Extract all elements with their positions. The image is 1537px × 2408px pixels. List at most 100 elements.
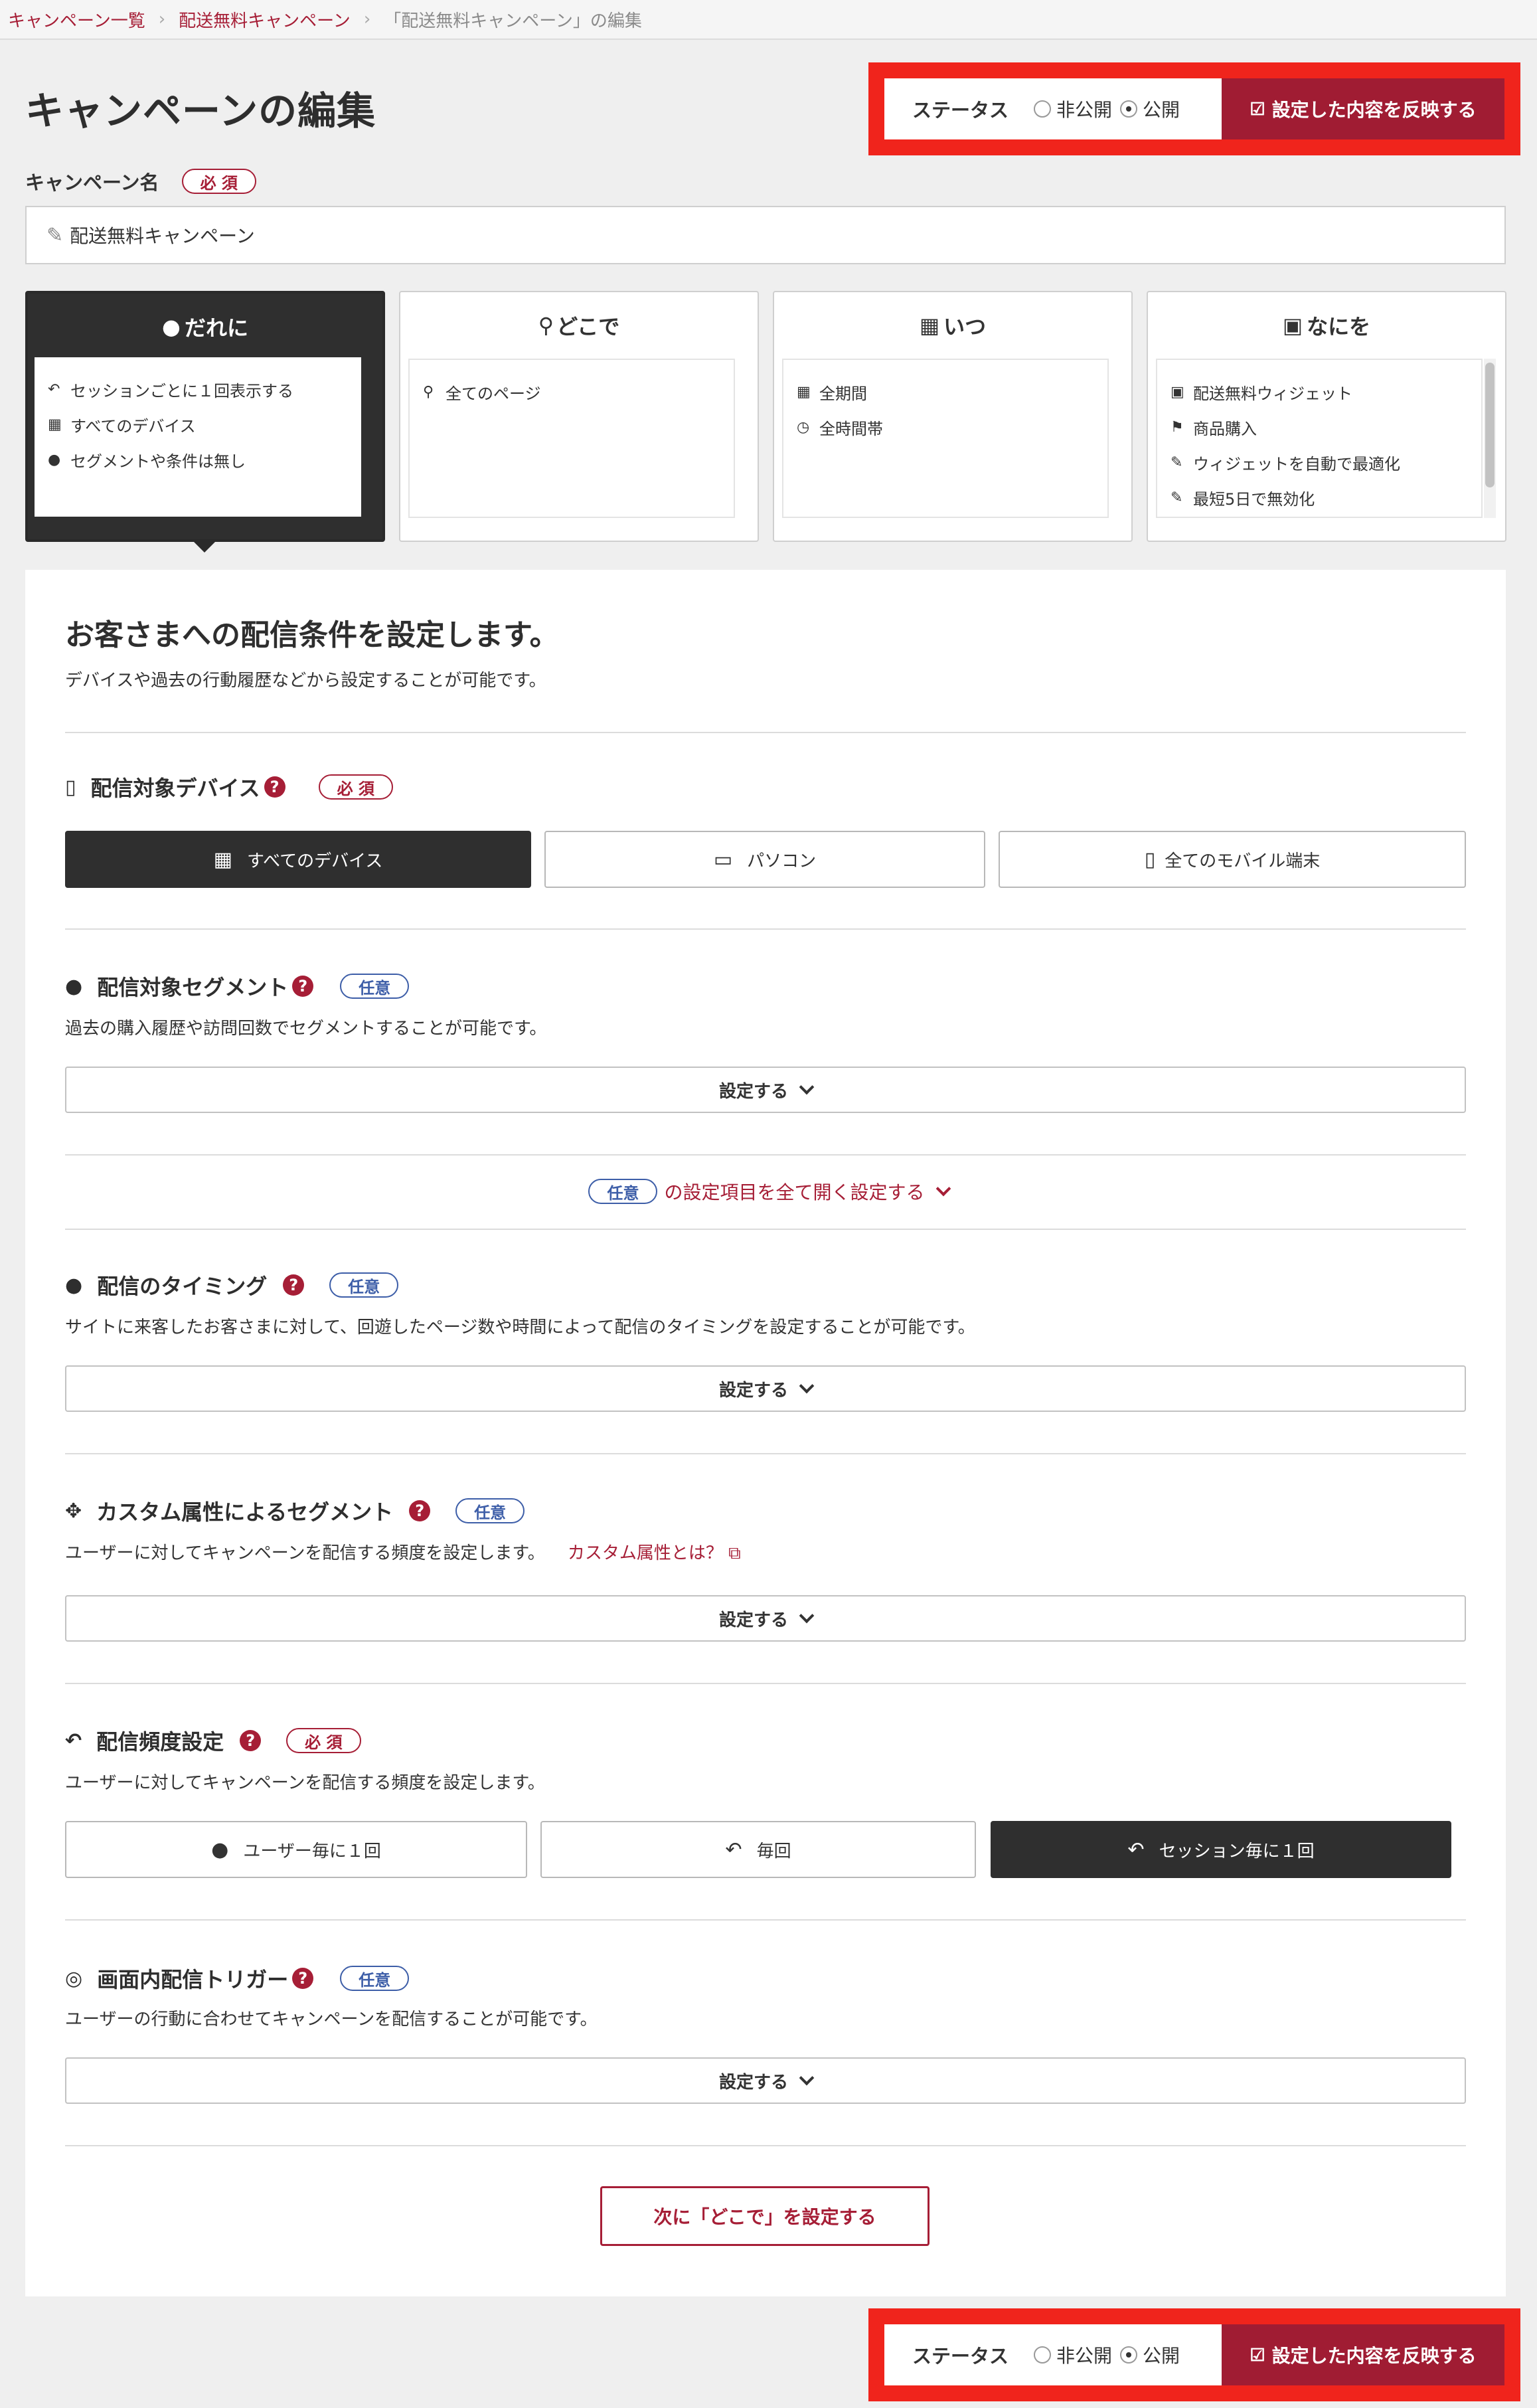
- frequency-option-every[interactable]: ↶ 毎回: [540, 1821, 976, 1878]
- status-radio-private[interactable]: 非公開: [1034, 2342, 1112, 2368]
- image-icon: ▣: [1282, 313, 1303, 338]
- bullseye-icon: ◎: [65, 1966, 83, 1990]
- campaign-name-value[interactable]: 配送無料キャンペーン: [70, 222, 255, 248]
- segment-set-button[interactable]: 設定する: [65, 1067, 1466, 1113]
- external-link-icon: ⧉: [728, 1543, 741, 1563]
- device-option-pc[interactable]: ▭ パソコン: [544, 831, 985, 888]
- reply-icon: ↶: [65, 1729, 82, 1753]
- list-item: ✎ ウィジェットを自動で最適化: [1171, 445, 1468, 480]
- timing-title-text: 配信のタイミング: [97, 1274, 268, 1299]
- help-icon[interactable]: ?: [292, 1968, 314, 1989]
- frequency-option-per-session[interactable]: ↶ セッション毎に１回: [991, 1821, 1451, 1878]
- expand-all-optional[interactable]: 任意 の設定項目を全て開く設定する: [0, 1178, 1537, 1205]
- chevron-down-icon: [799, 1378, 815, 1394]
- frequency-title-text: 配信頻度設定: [96, 1729, 224, 1755]
- reply-all-icon: ↶: [725, 1838, 742, 1861]
- step-card-who-body: ↶ セッションごとに１回表示する ▦ すべてのデバイス ● セグメントや条件は無し: [35, 357, 361, 517]
- step-card-who[interactable]: ● だれに ↶ セッションごとに１回表示する ▦ すべてのデバイス ● セグメントや条…: [25, 291, 385, 542]
- frequency-option-every-label: 毎回: [756, 1841, 791, 1861]
- reflect-button[interactable]: ☑ 設定した内容を反映する: [1222, 78, 1504, 139]
- breadcrumb: キャンペーン一覧 › 配送無料キャンペーン › 「配送無料キャンペーン」の編集: [0, 0, 1537, 40]
- step-card-what-head: ▣ なにを: [1148, 292, 1505, 359]
- divider: [65, 1154, 1466, 1156]
- radio-private[interactable]: [1034, 100, 1052, 118]
- user-icon: ●: [48, 452, 61, 468]
- frequency-option-per-user[interactable]: ● ユーザー毎に１回: [65, 1821, 527, 1878]
- help-icon[interactable]: ?: [264, 776, 285, 798]
- flag-icon: ⚑: [1171, 419, 1184, 436]
- step-card-where-head: ⚲ どこで: [400, 292, 758, 359]
- chevron-down-icon: [799, 1608, 815, 1624]
- optional-badge: 任意: [455, 1498, 525, 1523]
- device-title-text: 配信対象デバイス: [90, 776, 260, 801]
- reflect-button[interactable]: ☑ 設定した内容を反映する: [1222, 2324, 1504, 2385]
- frequency-option-per-session-label: セッション毎に１回: [1159, 1841, 1315, 1861]
- campaign-name-input[interactable]: ✎ 配送無料キャンペーン: [25, 206, 1506, 264]
- list-item: ▦ 全期間: [797, 375, 1094, 410]
- chevron-down-icon: [799, 2070, 815, 2086]
- breadcrumb-link-campaign[interactable]: 配送無料キャンペーン: [179, 7, 351, 32]
- help-icon[interactable]: ?: [292, 976, 314, 997]
- magic-wand-icon: ✎: [1171, 454, 1183, 471]
- divider: [65, 2145, 1466, 2146]
- scrollbar-thumb[interactable]: [1485, 363, 1495, 487]
- trigger-section-title: ◎ 画面内配信トリガー ? 任意: [65, 1963, 410, 1994]
- grid-icon: ▦: [48, 416, 62, 433]
- help-icon[interactable]: ?: [283, 1274, 305, 1296]
- breadcrumb-link-campaign-list[interactable]: キャンペーン一覧: [8, 7, 145, 32]
- divider: [65, 1453, 1466, 1454]
- custom-title-text: カスタム属性によるセグメント: [96, 1500, 394, 1525]
- pencil-icon: ✎: [46, 223, 64, 247]
- custom-set-button[interactable]: 設定する: [65, 1595, 1466, 1642]
- radio-public[interactable]: [1120, 2346, 1138, 2364]
- custom-attribute-link[interactable]: カスタム属性とは？ ⧉: [568, 1539, 741, 1564]
- step-card-when[interactable]: ▦ いつ ▦ 全期間 ◷ 全時間帯: [773, 291, 1133, 542]
- required-badge: 必 須: [181, 169, 256, 194]
- desktop-icon: ▭: [713, 847, 733, 871]
- help-icon[interactable]: ?: [409, 1500, 431, 1521]
- custom-attribute-link-text[interactable]: カスタム属性とは？: [568, 1543, 723, 1563]
- set-button-label: 設定する: [718, 1610, 788, 1630]
- optional-badge: 任意: [588, 1179, 658, 1204]
- status-bar-top: ステータス 非公開 公開 ☑ 設定した内容を反映する: [868, 62, 1520, 155]
- map-marker-icon: ⚲: [423, 384, 434, 400]
- trigger-set-button[interactable]: 設定する: [65, 2057, 1466, 2104]
- user-icon: ●: [65, 1273, 83, 1297]
- step-card-what[interactable]: ▣ なにを ▣ 配送無料ウィジェット ⚑ 商品購入 ✎ ウィジェットを自動で最適化 ✎…: [1147, 291, 1506, 542]
- expand-all-text[interactable]: の設定項目を全て開く設定する: [664, 1178, 924, 1205]
- calendar-icon: ▦: [797, 384, 811, 400]
- grid-icon: ▦: [213, 847, 232, 871]
- device-option-mobile[interactable]: ▯ 全てのモバイル端末: [999, 831, 1466, 888]
- divider: [65, 732, 1466, 733]
- status-radio-public[interactable]: 公開: [1120, 2342, 1180, 2368]
- timing-section-title: ● 配信のタイミング ? 任意: [65, 1270, 399, 1300]
- radio-private-label: 非公開: [1056, 2345, 1113, 2367]
- custom-desc: ユーザーに対してキャンペーンを配信する頻度を設定します。 カスタム属性とは？ ⧉: [65, 1539, 741, 1564]
- next-where-button[interactable]: 次に「どこで」を設定する: [600, 2186, 930, 2246]
- list-item: ✎ 最短5日で無効化: [1171, 480, 1468, 515]
- list-item-text: 配送無料ウィジェット: [1193, 385, 1352, 403]
- reflect-button-label: 設定した内容を反映する: [1271, 2346, 1477, 2366]
- divider: [65, 1919, 1466, 1921]
- user-icon: ●: [162, 314, 181, 339]
- status-radio-public[interactable]: 公開: [1120, 96, 1180, 122]
- clock-icon: ◷: [797, 419, 810, 436]
- panel-subtitle: デバイスや過去の行動履歴などから設定することが可能です。: [65, 671, 546, 691]
- magic-wand-icon: ✎: [1171, 489, 1183, 506]
- status-radio-private[interactable]: 非公開: [1034, 96, 1112, 122]
- device-option-all[interactable]: ▦ すべてのデバイス: [65, 831, 531, 888]
- help-icon[interactable]: ?: [240, 1730, 262, 1751]
- reply-icon: ↶: [1127, 1838, 1145, 1861]
- chevron-down-icon: [935, 1181, 951, 1197]
- list-item: ▣ 配送無料ウィジェット: [1171, 375, 1468, 410]
- list-item: ▦ すべてのデバイス: [48, 407, 348, 442]
- list-item-text: 最短5日で無効化: [1193, 490, 1315, 509]
- radio-public[interactable]: [1120, 100, 1138, 118]
- device-option-pc-label: パソコン: [747, 851, 817, 871]
- timing-set-button[interactable]: 設定する: [65, 1365, 1466, 1412]
- step-card-where[interactable]: ⚲ どこで ⚲ 全てのページ: [399, 291, 759, 542]
- check-square-icon: ☑: [1250, 98, 1265, 119]
- device-option-mobile-label: 全てのモバイル端末: [1165, 851, 1321, 871]
- step-card-who-head: ● だれに: [28, 294, 382, 360]
- radio-private[interactable]: [1034, 2346, 1052, 2364]
